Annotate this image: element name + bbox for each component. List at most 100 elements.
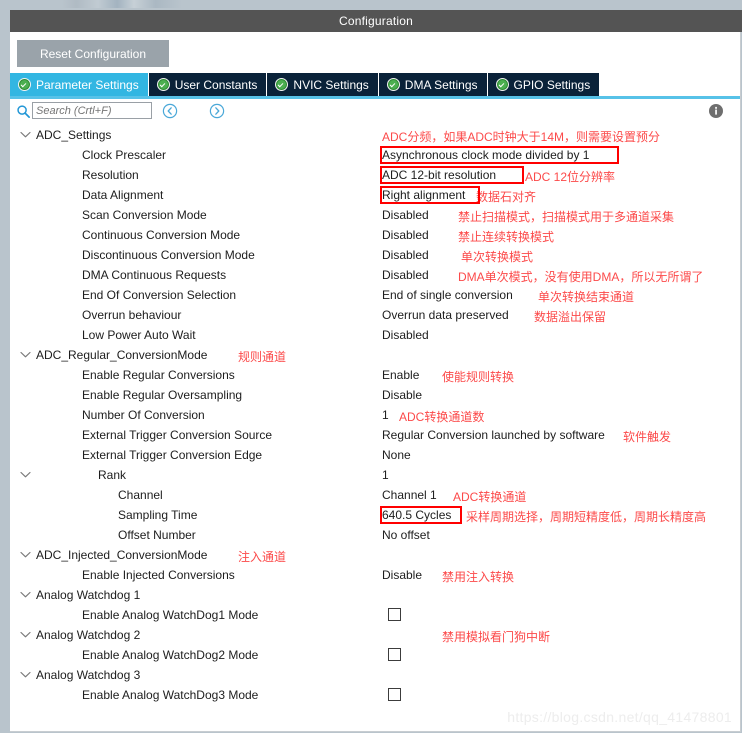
chevron-right-circle-icon[interactable] (209, 103, 225, 119)
tree-row-value[interactable]: Disabled (382, 328, 429, 342)
tree-row-label: Number Of Conversion (82, 408, 205, 422)
tree-row[interactable]: Sampling Time 640.5 Cycles 采样周期选择，周期短精度低，周… (10, 505, 740, 525)
chevron-left-circle-icon[interactable] (162, 103, 178, 119)
tree-row[interactable]: Continuous Conversion Mode Disabled 禁止连续转换… (10, 225, 740, 245)
tree-row-label: Enable Analog WatchDog1 Mode (82, 608, 259, 622)
tree-row[interactable]: Scan Conversion Mode Disabled 禁止扫描模式，扫描模式用… (10, 205, 740, 225)
chevron-down-icon[interactable] (20, 551, 31, 558)
tree-row[interactable]: Clock Prescaler Asynchronous clock mode d… (10, 145, 740, 165)
tree-row[interactable]: Enable Regular Oversampling Disable (10, 385, 740, 405)
tab-gpio-settings[interactable]: GPIO Settings (487, 73, 601, 96)
tree-row[interactable]: Enable Regular Conversions Enable 使能规则转换 (10, 365, 740, 385)
tree-row[interactable]: Enable Analog WatchDog3 Mode (10, 685, 740, 705)
annotation-text: ADC分频，如果ADC时钟大于14M，则需要设置预分 (382, 130, 661, 144)
tree-row-value[interactable]: Disable (382, 388, 422, 402)
tree-row-label: Enable Regular Oversampling (82, 388, 243, 402)
check-circle-icon (156, 78, 170, 91)
tree-row-label: Offset Number (118, 528, 196, 542)
reset-configuration-button[interactable]: Reset Configuration (17, 40, 169, 67)
tab-parameter-settings[interactable]: Parameter Settings (10, 73, 149, 96)
settings-tab-bar: Parameter Settings User Constants NVIC Set… (10, 73, 740, 96)
tree-row[interactable]: Overrun behaviour Overrun data preserved 数… (10, 305, 740, 325)
tree-row[interactable]: Enable Injected Conversions Disable 禁用注入转换 (10, 565, 740, 585)
tree-row-label: Overrun behaviour (82, 308, 182, 322)
annotation-text: 禁止连续转换模式 (458, 230, 555, 244)
tree-row-value[interactable]: Channel 1 (382, 488, 437, 502)
tree-row[interactable]: Data Alignment Right alignment 数据石对齐 (10, 185, 740, 205)
enable-checkbox[interactable] (388, 608, 401, 621)
tree-row[interactable]: ADC_Settings ADC分频，如果ADC时钟大于14M，则需要设置预分 (10, 125, 740, 145)
tab-dma-settings[interactable]: DMA Settings (378, 73, 488, 96)
tree-row-value[interactable]: None (382, 448, 411, 462)
chevron-down-icon[interactable] (20, 471, 31, 478)
tree-row[interactable]: Enable Analog WatchDog2 Mode (10, 645, 740, 665)
tree-row-value[interactable]: 640.5 Cycles (382, 508, 451, 522)
tree-row[interactable]: ADC_Injected_ConversionMode 注入通道 (10, 545, 740, 565)
annotation-text: 规则通道 (238, 350, 287, 364)
tree-row[interactable]: Analog Watchdog 1 (10, 585, 740, 605)
tree-row[interactable]: Offset Number No offset (10, 525, 740, 545)
tree-row-value[interactable]: Disabled (382, 228, 429, 242)
tree-row-label: Resolution (82, 168, 139, 182)
enable-checkbox[interactable] (388, 688, 401, 701)
tree-row-value[interactable]: Overrun data preserved (382, 308, 509, 322)
tree-row-value[interactable]: Right alignment (382, 188, 465, 202)
tree-row-label: External Trigger Conversion Source (82, 428, 273, 442)
tree-row-value[interactable]: ADC 12-bit resolution (382, 168, 496, 182)
annotation-text: DMA单次模式，没有使用DMA，所以无所谓了 (458, 270, 704, 284)
tree-row-value[interactable]: End of single conversion (382, 288, 513, 302)
tab-label: User Constants (174, 77, 258, 92)
tree-row-value[interactable]: Disabled (382, 268, 429, 282)
tree-row-label: Analog Watchdog 3 (36, 668, 141, 682)
tree-row[interactable]: Analog Watchdog 3 (10, 665, 740, 685)
tree-row-label: Data Alignment (82, 188, 164, 202)
tab-label: NVIC Settings (293, 77, 369, 92)
tree-row-label: Scan Conversion Mode (82, 208, 207, 222)
tree-row-label: Enable Analog WatchDog3 Mode (82, 688, 259, 702)
tab-user-constants[interactable]: User Constants (148, 73, 268, 96)
tree-row[interactable]: Enable Analog WatchDog1 Mode (10, 605, 740, 625)
search-toolbar (10, 99, 740, 125)
tree-row-label: External Trigger Conversion Edge (82, 448, 263, 462)
tree-row[interactable]: ADC_Regular_ConversionMode 规则通道 (10, 345, 740, 365)
tree-row[interactable]: Analog Watchdog 2 禁用模拟看门狗中断 (10, 625, 740, 645)
tree-row-label: Sampling Time (118, 508, 198, 522)
annotation-text: 单次转换结束通道 (538, 290, 635, 304)
window-top-strip (0, 0, 742, 10)
tree-row-value[interactable]: 1 (382, 408, 389, 422)
tree-row[interactable]: Resolution ADC 12-bit resolution ADC 12位分辨… (10, 165, 740, 185)
chevron-down-icon[interactable] (20, 591, 31, 598)
search-input[interactable] (32, 102, 152, 119)
chevron-down-icon[interactable] (20, 671, 31, 678)
annotation-text: 数据石对齐 (476, 190, 537, 204)
tree-row-value[interactable]: 1 (382, 468, 389, 482)
tree-row[interactable]: Discontinuous Conversion Mode Disabled 单次转… (10, 245, 740, 265)
tree-row-value[interactable]: Asynchronous clock mode divided by 1 (382, 148, 589, 162)
tree-row[interactable]: End Of Conversion Selection End of single… (10, 285, 740, 305)
info-icon[interactable] (708, 103, 724, 119)
annotation-text: ADC 12位分辨率 (525, 170, 616, 184)
tree-row-value[interactable]: No offset (382, 528, 430, 542)
enable-checkbox[interactable] (388, 648, 401, 661)
tree-row[interactable]: Rank 1 (10, 465, 740, 485)
tree-row-value[interactable]: Disabled (382, 208, 429, 222)
tree-row-value[interactable]: Regular Conversion launched by software (382, 428, 605, 442)
tree-row[interactable]: Number Of Conversion 1 ADC转换通道数 (10, 405, 740, 425)
tree-row-value[interactable]: Enable (382, 368, 419, 382)
chevron-down-icon[interactable] (20, 631, 31, 638)
tree-row-label: Continuous Conversion Mode (82, 228, 241, 242)
chevron-down-icon[interactable] (20, 351, 31, 358)
tree-row-label: ADC_Injected_ConversionMode (36, 548, 208, 562)
tree-row[interactable]: Channel Channel 1 ADC转换通道 (10, 485, 740, 505)
tree-row[interactable]: Low Power Auto Wait Disabled (10, 325, 740, 345)
tab-nvic-settings[interactable]: NVIC Settings (267, 73, 379, 96)
tree-row[interactable]: External Trigger Conversion Source Regula… (10, 425, 740, 445)
tree-row-value[interactable]: Disable (382, 568, 422, 582)
tree-row-value[interactable]: Disabled (382, 248, 429, 262)
chevron-down-icon[interactable] (20, 131, 31, 138)
tree-row[interactable]: External Trigger Conversion Edge None (10, 445, 740, 465)
tree-row[interactable]: DMA Continuous Requests Disabled DMA单次模式，没… (10, 265, 740, 285)
tab-label: Parameter Settings (36, 77, 139, 92)
tree-row-label: Enable Injected Conversions (82, 568, 235, 582)
tree-row-label: Enable Analog WatchDog2 Mode (82, 648, 259, 662)
